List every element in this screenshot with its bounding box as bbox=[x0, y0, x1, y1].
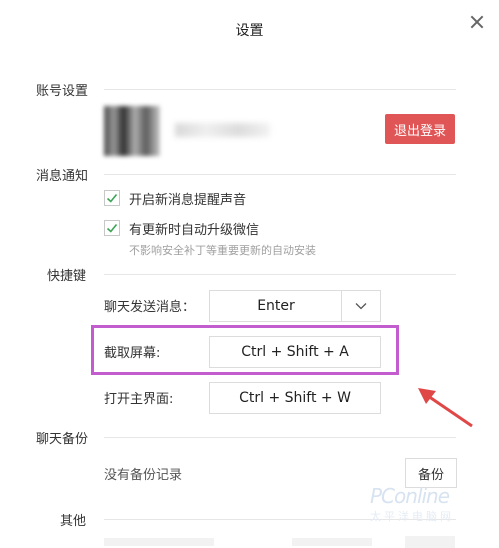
divider bbox=[104, 89, 456, 90]
watermark-main: PConline bbox=[370, 484, 450, 508]
faded-row bbox=[292, 538, 372, 546]
section-shortcuts: 快捷键 bbox=[47, 269, 87, 284]
divider bbox=[104, 274, 456, 275]
close-icon[interactable] bbox=[469, 14, 485, 30]
avatar bbox=[104, 106, 160, 156]
sound-checkbox[interactable] bbox=[104, 190, 120, 206]
chevron-down-icon bbox=[355, 303, 367, 310]
sound-checkbox-label[interactable]: 开启新消息提醒声音 bbox=[129, 189, 246, 208]
shortcut-open-field[interactable]: Ctrl + Shift + W bbox=[209, 382, 381, 414]
shortcut-send-dropdown[interactable] bbox=[341, 290, 381, 322]
shortcut-open-label: 打开主界面: bbox=[104, 392, 174, 407]
autoupdate-hint: 不影响安全补丁等重要更新的自动安装 bbox=[129, 244, 316, 257]
backup-empty-text: 没有备份记录 bbox=[104, 468, 183, 483]
logout-button[interactable]: 退出登录 bbox=[385, 114, 455, 144]
autoupdate-checkbox-label[interactable]: 有更新时自动升级微信 bbox=[129, 219, 259, 238]
section-other: 其他 bbox=[60, 514, 87, 529]
watermark-logo: PConline 太平洋电脑网 bbox=[370, 484, 492, 534]
faded-button bbox=[405, 536, 455, 548]
annotation-arrow-icon bbox=[418, 388, 473, 428]
faded-row bbox=[104, 538, 214, 546]
section-account: 账号设置 bbox=[36, 84, 89, 99]
account-name-blurred bbox=[175, 123, 270, 137]
check-icon bbox=[106, 223, 118, 233]
watermark-sub: 太平洋电脑网 bbox=[370, 510, 454, 523]
annotation-highlight-box bbox=[91, 325, 399, 375]
shortcut-send-field[interactable]: Enter bbox=[209, 290, 343, 322]
divider bbox=[104, 437, 456, 438]
shortcut-send-label: 聊天发送消息： bbox=[104, 300, 196, 315]
divider bbox=[104, 174, 456, 175]
autoupdate-checkbox[interactable] bbox=[104, 220, 120, 236]
section-notifications: 消息通知 bbox=[36, 169, 89, 184]
check-icon bbox=[106, 193, 118, 203]
section-backup: 聊天备份 bbox=[36, 432, 89, 447]
window-title: 设置 bbox=[235, 23, 264, 39]
